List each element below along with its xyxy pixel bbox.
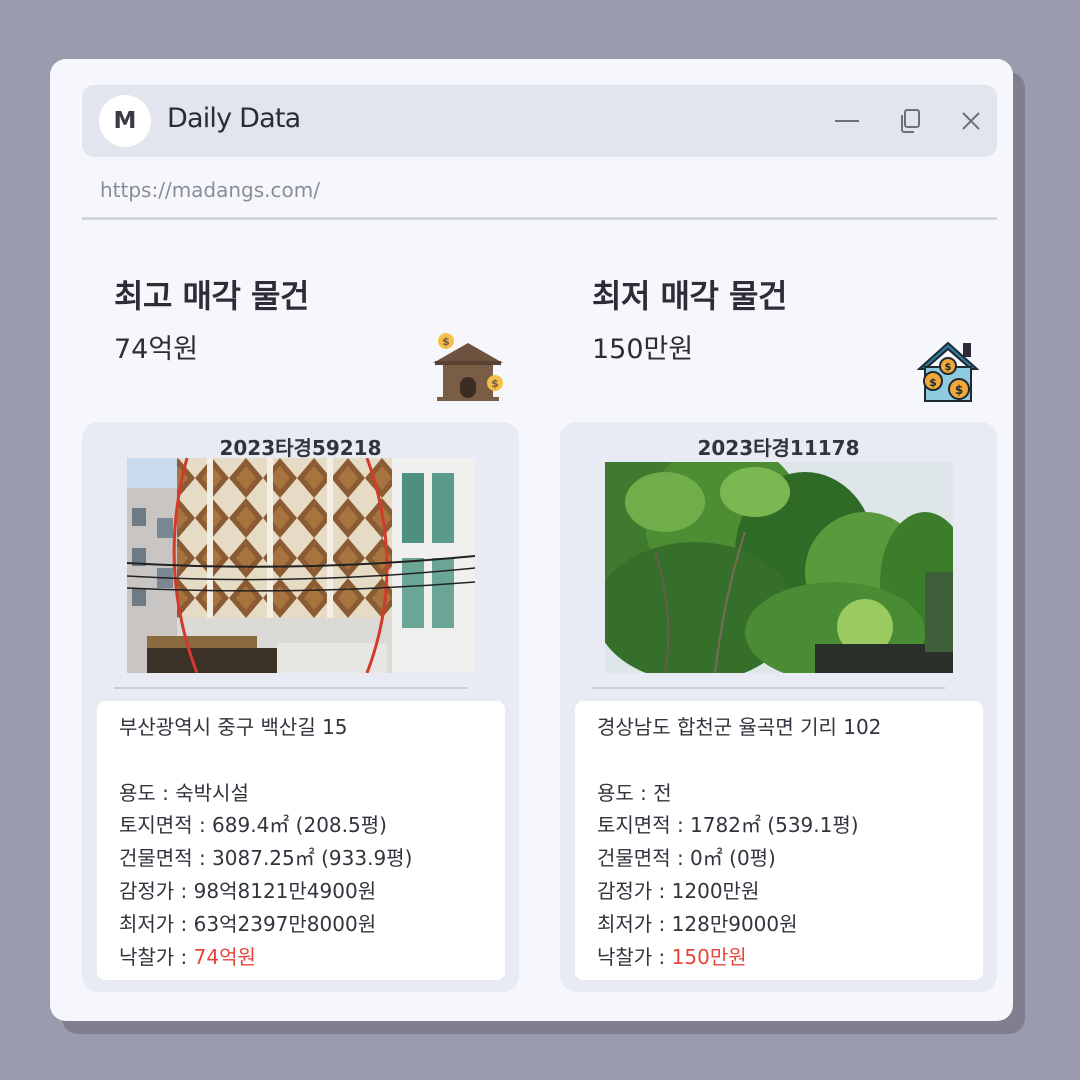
appraisal-price: 감정가 : 1200만원 [597, 878, 760, 903]
minimum-price: 최저가 : 63억2397만8000원 [119, 911, 377, 936]
svg-text:$: $ [491, 377, 499, 390]
winning-bid: 낙찰가 : 74억원 [119, 941, 483, 974]
property-info: 경상남도 합천군 율곡면 기리 102 용도 : 전 토지면적 : 1782㎡ … [575, 701, 983, 980]
property-info: 부산광역시 중구 백산길 15 용도 : 숙박시설 토지면적 : 689.4㎡ … [97, 701, 505, 980]
winning-bid-value: 74억원 [193, 944, 256, 969]
house-money-icon: $ $ [433, 333, 503, 401]
minimize-icon[interactable] [833, 107, 861, 135]
case-number: 2023타경59218 [219, 436, 382, 460]
appraisal-price: 감정가 : 98억8121만4900원 [119, 878, 377, 903]
restore-icon[interactable] [897, 107, 925, 135]
property-address: 경상남도 합천군 율곡면 기리 102 [597, 715, 882, 739]
property-address: 부산광역시 중구 백산길 15 [119, 715, 348, 739]
winning-bid-value: 150만원 [671, 944, 747, 969]
building-area: 건물면적 : 3087.25㎡ (933.9평) [119, 846, 413, 871]
building-area: 건물면적 : 0㎡ (0평) [597, 846, 776, 871]
svg-text:$: $ [442, 335, 450, 348]
lowest-amount: 150만원 [592, 334, 694, 365]
property-usage: 용도 : 전 [597, 780, 672, 805]
title-bar: M Daily Data [82, 85, 997, 157]
building-photo [127, 458, 475, 673]
svg-text:$: $ [945, 362, 952, 373]
land-area: 토지면적 : 1782㎡ (539.1평) [597, 813, 859, 838]
url-text[interactable]: https://madangs.com/ [100, 178, 320, 202]
card-divider [592, 687, 945, 689]
house-coins-icon: $ $ $ [917, 341, 979, 402]
close-icon[interactable] [957, 107, 985, 135]
winning-bid-label: 낙찰가 : [597, 944, 672, 969]
forest-photo [605, 462, 953, 673]
app-logo: M [99, 95, 151, 147]
highest-amount: 74억원 [114, 334, 199, 365]
minimum-price: 최저가 : 128만9000원 [597, 911, 798, 936]
lowest-property-card[interactable]: 2023타경11178 경상남도 합천군 율곡면 기리 102 용도 : 전 토… [560, 422, 997, 992]
highest-heading: 최고 매각 물건 [114, 277, 309, 315]
highest-property-card[interactable]: 2023타경59218 부산광역시 중구 백산길 15 용도: 숙박시설 토지… [82, 422, 519, 992]
case-number: 2023타경11178 [697, 436, 860, 460]
winning-bid-label: 낙찰가 : [119, 944, 194, 969]
lowest-heading: 최저 매각 물건 [592, 277, 787, 315]
card-divider [114, 687, 467, 689]
svg-text:$: $ [929, 376, 937, 389]
svg-text:$: $ [955, 383, 963, 397]
header-divider [82, 217, 997, 220]
app-window: M Daily Data https://madangs.com/ 최고 매각 … [50, 59, 1013, 1021]
property-usage: 용도 : 숙박시설 [119, 780, 249, 805]
app-title: Daily Data [167, 103, 301, 134]
land-area: 토지면적 : 689.4㎡ (208.5평) [119, 813, 387, 838]
winning-bid: 낙찰가 : 150만원 [597, 941, 961, 974]
